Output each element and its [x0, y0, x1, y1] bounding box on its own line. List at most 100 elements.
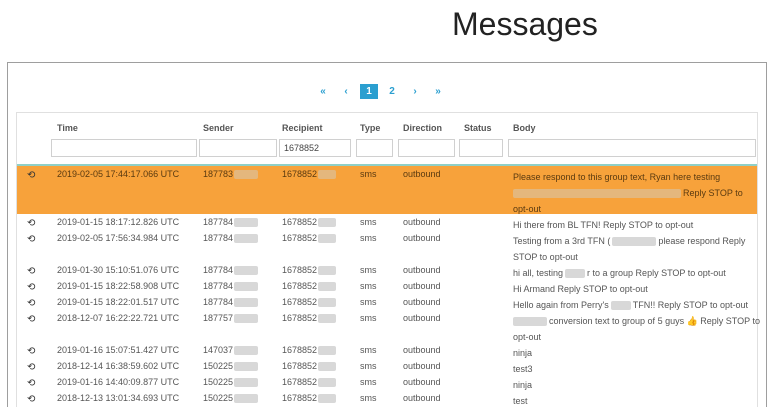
recipient-text: 1678852	[282, 393, 318, 403]
cell-type: sms	[360, 345, 377, 355]
history-icon[interactable]: ⟲	[27, 378, 35, 389]
filter-row	[17, 139, 757, 161]
redacted-block	[513, 189, 681, 199]
status-filter-input[interactable]	[459, 139, 503, 157]
body-text: test	[513, 396, 528, 406]
cell-type: sms	[360, 233, 377, 243]
history-icon[interactable]: ⟲	[27, 298, 35, 309]
history-icon[interactable]: ⟲	[27, 234, 35, 245]
body-text: Reply STOP to	[683, 188, 743, 198]
type-filter-input[interactable]	[356, 139, 393, 157]
history-icon[interactable]: ⟲	[27, 346, 35, 357]
cell-sender: 147037	[203, 345, 259, 356]
prev-page-button[interactable]: ‹	[337, 84, 355, 99]
column-status[interactable]: Status	[464, 123, 492, 133]
time-filter-input[interactable]	[51, 139, 197, 157]
cell-recipient: 1678852	[282, 313, 337, 324]
body-text: Please respond to this group text, Ryan …	[513, 172, 721, 182]
cell-type: sms	[360, 313, 377, 323]
sender-filter-input[interactable]	[199, 139, 277, 157]
redacted-block	[318, 314, 337, 324]
last-page-button[interactable]: »	[429, 84, 447, 99]
next-page-button[interactable]: ›	[406, 84, 424, 99]
column-sender[interactable]: Sender	[203, 123, 234, 133]
recipient-text: 1678852	[282, 313, 318, 323]
cell-recipient: 1678852	[282, 377, 337, 388]
direction-filter-input[interactable]	[398, 139, 455, 157]
history-icon[interactable]: ⟲	[27, 282, 35, 293]
body-text: r to a group Reply STOP to opt-out	[587, 268, 726, 278]
messages-panel: « ‹ 1 2 › » Time Sender Recipient Type D…	[7, 62, 767, 407]
cell-time: 2019-01-15 18:17:12.826 UTC	[57, 217, 180, 227]
table-row[interactable]: ⟲ 2019-01-15 18:22:58.908 UTC 187784 167885…	[17, 278, 757, 294]
recipient-text: 1678852	[282, 217, 318, 227]
table-row[interactable]: ⟲ 2018-12-14 16:38:59.602 UTC 150225 167885…	[17, 358, 757, 374]
body-text: conversion text to group of 5 guys 👍 Rep…	[549, 316, 760, 326]
cell-body: test	[513, 393, 528, 407]
recipient-text: 1678852	[282, 265, 318, 275]
cell-sender: 150225	[203, 393, 259, 404]
history-icon[interactable]: ⟲	[27, 170, 35, 181]
column-direction[interactable]: Direction	[403, 123, 442, 133]
cell-body: conversion text to group of 5 guys 👍 Rep…	[513, 313, 760, 345]
body-text: TFN!! Reply STOP to opt-out	[632, 300, 748, 310]
redacted-block	[610, 301, 631, 311]
cell-sender: 187784	[203, 281, 259, 292]
table-row[interactable]: ⟲ 2019-01-15 18:22:01.517 UTC 187784 167885…	[17, 294, 757, 311]
table-row[interactable]: ⟲ 2018-12-07 16:22:22.721 UTC 187757 167885…	[17, 310, 760, 345]
table-row[interactable]: ⟲ 2019-01-16 14:40:09.877 UTC 150225 167885…	[17, 374, 757, 390]
sender-text: 187784	[203, 297, 234, 307]
table-row[interactable]: ⟲ 2019-02-05 17:56:34.984 UTC 187784 167885…	[17, 230, 757, 262]
sender-text: 150225	[203, 393, 234, 403]
history-icon[interactable]: ⟲	[27, 266, 35, 277]
redacted-block	[234, 314, 259, 324]
history-icon[interactable]: ⟲	[27, 362, 35, 373]
table-row[interactable]: ⟲ 2019-01-16 15:07:51.427 UTC 147037 167885…	[17, 342, 757, 358]
history-icon[interactable]: ⟲	[27, 394, 35, 405]
cell-time: 2019-01-30 15:10:51.076 UTC	[57, 265, 180, 275]
cell-direction: outbound	[403, 377, 441, 387]
table-row[interactable]: ⟲ 2019-01-30 15:10:51.076 UTC 187784 167885…	[17, 262, 757, 279]
redacted-block	[234, 218, 259, 228]
messages-table: Time Sender Recipient Type Direction Sta…	[16, 112, 760, 407]
history-icon[interactable]: ⟲	[27, 218, 35, 229]
column-time[interactable]: Time	[57, 123, 78, 133]
recipient-text: 1678852	[282, 233, 318, 243]
cell-direction: outbound	[403, 169, 441, 179]
cell-body: Please respond to this group text, Ryan …	[513, 169, 743, 217]
cell-recipient: 1678852	[282, 265, 337, 276]
first-page-button[interactable]: «	[314, 84, 332, 99]
cell-recipient: 1678852	[282, 393, 337, 404]
body-filter-input[interactable]	[508, 139, 756, 157]
redacted-block	[234, 282, 259, 292]
sender-text: 187784	[203, 265, 234, 275]
pagination: « ‹ 1 2 › »	[314, 84, 447, 99]
cell-direction: outbound	[403, 393, 441, 403]
redacted-block	[612, 237, 657, 247]
column-type[interactable]: Type	[360, 123, 380, 133]
body-text: please respond Reply	[658, 236, 746, 246]
cell-direction: outbound	[403, 361, 441, 371]
redacted-block	[318, 378, 337, 388]
body-text: ninja	[513, 348, 533, 358]
page-1-button[interactable]: 1	[360, 84, 378, 99]
redacted-block	[318, 170, 337, 180]
column-recipient[interactable]: Recipient	[282, 123, 323, 133]
cell-body: Testing from a 3rd TFN (please respond R…	[513, 233, 745, 265]
table-row[interactable]: ⟲ 2018-12-13 13:01:34.693 UTC 150225 167885…	[17, 390, 757, 406]
redacted-block	[318, 362, 337, 372]
cell-direction: outbound	[403, 265, 441, 275]
redacted-block	[565, 269, 586, 279]
recipient-text: 1678852	[282, 281, 318, 291]
recipient-filter-input[interactable]	[279, 139, 351, 157]
page-2-button[interactable]: 2	[383, 84, 401, 99]
cell-time: 2019-02-05 17:56:34.984 UTC	[57, 233, 180, 243]
table-row[interactable]: ⟲ 2019-01-15 18:17:12.826 UTC 187784 167885…	[17, 214, 757, 230]
body-line: Testing from a 3rd TFN (please respond R…	[513, 233, 745, 249]
cell-time: 2019-01-16 14:40:09.877 UTC	[57, 377, 180, 387]
table-row[interactable]: ⟲ 2019-02-05 17:44:17.066 UTC 187783 167885…	[17, 166, 757, 214]
column-body[interactable]: Body	[513, 123, 536, 133]
redacted-block	[234, 170, 259, 180]
history-icon[interactable]: ⟲	[27, 314, 35, 325]
sender-text: 150225	[203, 361, 234, 371]
